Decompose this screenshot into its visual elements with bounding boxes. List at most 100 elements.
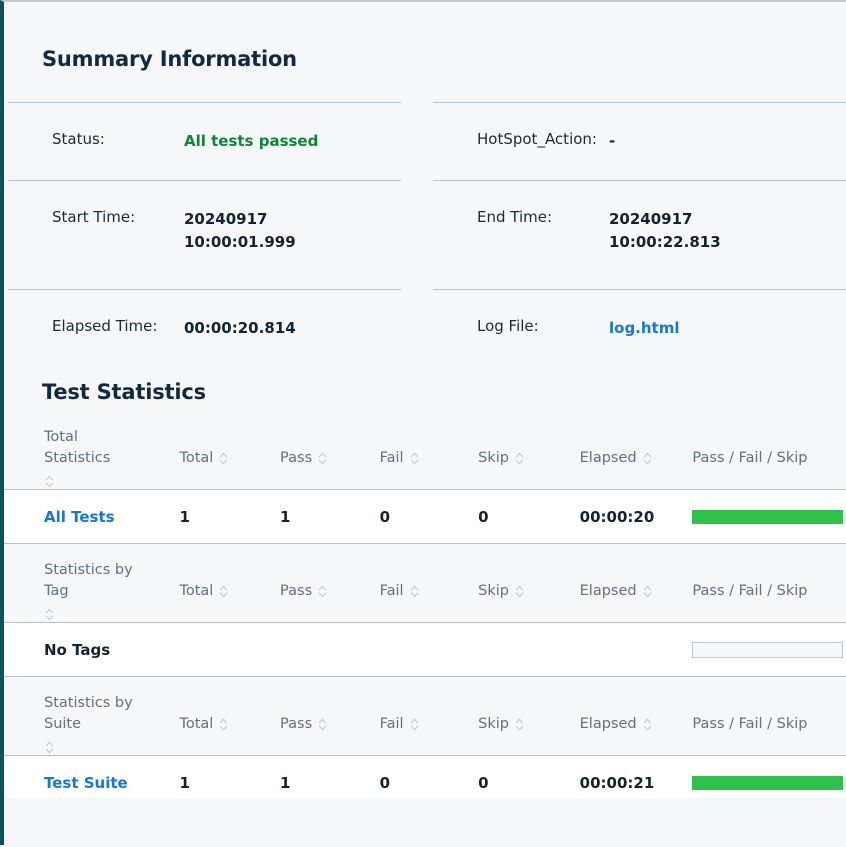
cell-fail: 0: [367, 489, 468, 544]
page-bottom-spacer: [4, 798, 846, 847]
pass-fail-skip-bar: [692, 509, 844, 524]
column-header-label: Skip: [478, 716, 509, 732]
sort-updown-icon[interactable]: [44, 474, 55, 489]
sort-updown-icon[interactable]: [514, 717, 525, 732]
cell-fail: [367, 622, 468, 677]
summary-row: Status: All tests passed: [8, 102, 401, 180]
column-header-label: Elapsed: [579, 450, 637, 466]
column-header-fail[interactable]: Fail: [367, 693, 468, 756]
column-header-elapsed[interactable]: Elapsed: [565, 427, 682, 490]
column-header-pass-fail-skip: Pass / Fail / Skip: [681, 427, 846, 490]
column-header-elapsed[interactable]: Elapsed: [565, 560, 682, 623]
bar-segment-pass: [692, 775, 844, 790]
row-name-link[interactable]: All Tests: [44, 508, 115, 526]
table-header-row: Total Statistics Total Pass Fail Skip Elapsed…: [4, 427, 846, 490]
column-header-suite-name[interactable]: Statistics by Suite: [4, 693, 165, 756]
suite-statistics-table: Statistics by Suite Total Pass Fail Skip Elap…: [4, 693, 846, 810]
sort-updown-icon[interactable]: [409, 717, 420, 732]
sort-updown-icon[interactable]: [409, 451, 420, 466]
column-header-label: Fail: [379, 450, 404, 466]
column-header-total-name[interactable]: Total Statistics: [4, 427, 165, 490]
summary-row-label: Status:: [52, 130, 105, 148]
pass-fail-skip-bar: [692, 641, 844, 658]
total-statistics-table: Total Statistics Total Pass Fail Skip Elapsed…: [4, 427, 846, 544]
column-header-label: Pass / Fail / Skip: [692, 450, 808, 466]
sort-updown-icon[interactable]: [317, 717, 328, 732]
summary-row-label: Log File:: [477, 317, 539, 335]
column-header-skip[interactable]: Skip: [467, 427, 566, 490]
summary-row: Start Time: 20240917 10:00:01.999: [8, 180, 401, 289]
summary-row: End Time: 20240917 10:00:22.813: [433, 180, 846, 289]
column-header-label: Pass: [280, 716, 313, 732]
table-row: No Tags: [4, 622, 846, 677]
summary-row-label: Elapsed Time:: [52, 317, 158, 335]
summary-row: Log File: log.html: [433, 289, 846, 367]
tag-statistics-table: Statistics by Tag Total Pass Fail Skip Elapse…: [4, 560, 846, 677]
summary-row-label: End Time:: [477, 208, 553, 226]
column-header-label: Fail: [379, 583, 404, 599]
sort-updown-icon[interactable]: [409, 584, 420, 599]
cell-pass-fail-skip-bar: [681, 622, 846, 677]
summary-row-value: -: [609, 132, 616, 150]
cell-skip: [467, 622, 566, 677]
sort-updown-icon[interactable]: [218, 451, 229, 466]
summary-information-grid: Status: All tests passed Start Time: 202409…: [4, 102, 846, 367]
column-header-pass-fail-skip: Pass / Fail / Skip: [681, 560, 846, 623]
table-header-row: Statistics by Tag Total Pass Fail Skip Elapse…: [4, 560, 846, 623]
summary-left-column: Status: All tests passed Start Time: 202409…: [4, 102, 425, 367]
summary-row: HotSpot_Action: -: [433, 102, 846, 180]
cell-skip: 0: [467, 489, 566, 544]
table-header-row: Statistics by Suite Total Pass Fail Skip Elap…: [4, 693, 846, 756]
column-header-label: Statistics by Tag: [44, 562, 133, 599]
sort-updown-icon[interactable]: [44, 607, 55, 622]
column-header-label: Fail: [379, 716, 404, 732]
column-header-label: Pass / Fail / Skip: [692, 716, 808, 732]
column-header-label: Pass: [280, 450, 313, 466]
summary-row-label: HotSpot_Action:: [477, 130, 597, 148]
summary-row: Elapsed Time: 00:00:20.814: [8, 289, 401, 367]
column-header-fail[interactable]: Fail: [367, 427, 468, 490]
column-header-skip[interactable]: Skip: [467, 693, 566, 756]
sort-updown-icon[interactable]: [642, 717, 653, 732]
sort-updown-icon[interactable]: [514, 451, 525, 466]
test-statistics-title: Test Statistics: [42, 380, 206, 404]
summary-information-title: Summary Information: [42, 47, 297, 71]
summary-row-value: 20240917 10:00:01.999: [184, 210, 296, 251]
sort-updown-icon[interactable]: [218, 717, 229, 732]
report-page: Summary Information Status: All tests pas…: [0, 0, 846, 847]
sort-updown-icon[interactable]: [642, 584, 653, 599]
column-header-label: Skip: [478, 583, 509, 599]
summary-row-link[interactable]: log.html: [609, 290, 680, 367]
sort-updown-icon[interactable]: [642, 451, 653, 466]
sort-updown-icon[interactable]: [218, 584, 229, 599]
sort-updown-icon[interactable]: [44, 740, 55, 755]
row-name-text: No Tags: [44, 640, 111, 659]
cell-total: 1: [164, 489, 268, 544]
summary-row-value: 00:00:20.814: [184, 319, 296, 337]
sort-updown-icon[interactable]: [317, 451, 328, 466]
column-header-elapsed[interactable]: Elapsed: [565, 693, 682, 756]
sort-updown-icon[interactable]: [317, 584, 328, 599]
column-header-pass[interactable]: Pass: [267, 693, 368, 756]
cell-pass-fail-skip-bar: [681, 489, 846, 544]
row-name-link[interactable]: Test Suite: [44, 774, 128, 792]
pass-fail-skip-bar: [692, 775, 844, 790]
column-header-label: Total Statistics: [44, 429, 111, 466]
summary-right-column: HotSpot_Action: - End Time: 20240917 10:00:…: [425, 102, 846, 367]
column-header-label: Total: [179, 583, 214, 599]
row-name-cell: No Tags: [4, 622, 165, 677]
column-header-pass[interactable]: Pass: [267, 560, 368, 623]
table-row: All Tests 1 1 0 0 00:00:20: [4, 489, 846, 544]
column-header-total[interactable]: Total: [164, 560, 268, 623]
column-header-total[interactable]: Total: [164, 693, 268, 756]
column-header-label: Total: [179, 450, 214, 466]
column-header-pass[interactable]: Pass: [267, 427, 368, 490]
column-header-fail[interactable]: Fail: [367, 560, 468, 623]
column-header-skip[interactable]: Skip: [467, 560, 566, 623]
sort-updown-icon[interactable]: [514, 584, 525, 599]
column-header-label: Elapsed: [579, 583, 637, 599]
column-header-label: Pass: [280, 583, 313, 599]
column-header-label: Total: [179, 716, 214, 732]
column-header-total[interactable]: Total: [164, 427, 268, 490]
column-header-tag-name[interactable]: Statistics by Tag: [4, 560, 165, 623]
